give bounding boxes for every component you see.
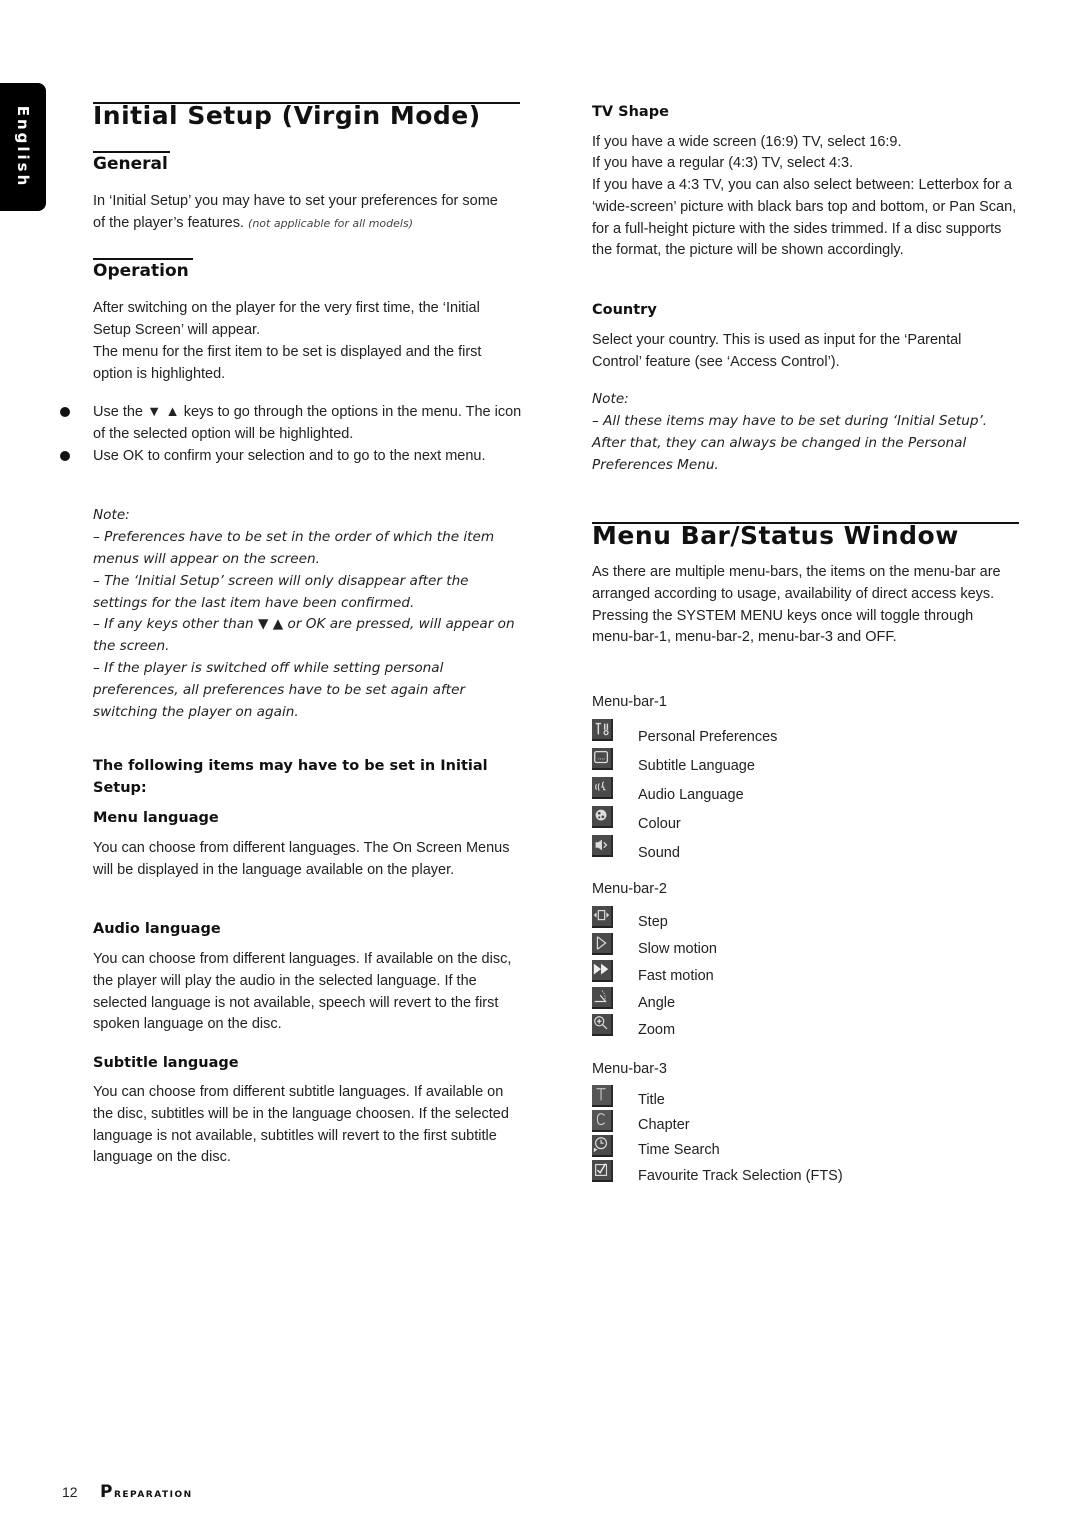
note-item: – The ‘Initial Setup’ screen will only d… bbox=[93, 573, 469, 611]
tv-shape-heading: TV Shape bbox=[592, 104, 669, 120]
operation-para-2: The menu for the first item to be set is… bbox=[93, 344, 482, 382]
audio-language-text: You can choose from different languages.… bbox=[93, 951, 512, 1033]
section-name: Preparation bbox=[100, 1482, 193, 1502]
menubar-item: Slow motion bbox=[592, 933, 992, 957]
right-note-label: Note: bbox=[592, 391, 629, 407]
note-item: – If any keys other than ▼ ▲ or OK are p… bbox=[93, 616, 515, 654]
general-note-small: (not applicable for all models) bbox=[248, 216, 413, 230]
general-text: In ‘Initial Setup’ you may have to set y… bbox=[93, 191, 513, 235]
menubar-1-label: Menu-bar-1 bbox=[592, 694, 667, 710]
colour-icon bbox=[592, 806, 613, 828]
menubar-item: Step bbox=[592, 906, 992, 930]
page-title: Initial Setup (Virgin Mode) bbox=[93, 101, 481, 130]
menubar-item-label: Subtitle Language bbox=[638, 758, 755, 774]
audio-language-heading: Audio language bbox=[93, 921, 221, 937]
fts-icon bbox=[592, 1160, 613, 1182]
fast-motion-icon bbox=[592, 960, 613, 982]
personal-preferences-icon bbox=[592, 719, 613, 741]
menubar-item-label: Chapter bbox=[638, 1117, 690, 1133]
menubar-item-label: Colour bbox=[638, 816, 681, 832]
menu-language-heading: Menu language bbox=[93, 810, 219, 826]
title-icon bbox=[592, 1085, 613, 1107]
time-search-icon bbox=[592, 1135, 613, 1157]
menubar-item-label: Time Search bbox=[638, 1142, 720, 1158]
country-text: Select your country. This is used as inp… bbox=[592, 332, 962, 370]
country-heading: Country bbox=[592, 302, 657, 318]
general-heading: General bbox=[93, 154, 168, 174]
operation-para-1: After switching on the player for the ve… bbox=[93, 300, 480, 338]
language-tab-label: English bbox=[14, 105, 32, 189]
bullet-dot-icon bbox=[60, 451, 70, 461]
note-item: – If the player is switched off while se… bbox=[93, 660, 466, 720]
tv-shape-line: If you have a 4:3 TV, you can also selec… bbox=[592, 177, 1017, 259]
general-rule bbox=[93, 151, 170, 153]
operation-rule bbox=[93, 258, 193, 260]
zoom-icon bbox=[592, 1014, 613, 1036]
menubar-item: Subtitle Language bbox=[592, 748, 992, 774]
menubar-item: Zoom bbox=[592, 1014, 992, 1038]
menubar-item: Time Search bbox=[592, 1135, 992, 1159]
menubar-item: Audio Language bbox=[592, 777, 992, 803]
menubar-3-label: Menu-bar-3 bbox=[592, 1061, 667, 1077]
menubar-2-label: Menu-bar-2 bbox=[592, 881, 667, 897]
menubar-item-label: Slow motion bbox=[638, 941, 717, 957]
chapter-icon bbox=[592, 1110, 613, 1132]
menubar-item: Angle bbox=[592, 987, 992, 1011]
bullet-dot-icon bbox=[60, 407, 70, 417]
sound-icon bbox=[592, 835, 613, 857]
menubar-item-label: Favourite Track Selection (FTS) bbox=[638, 1168, 843, 1184]
menubar-item-label: Sound bbox=[638, 845, 680, 861]
slow-motion-icon bbox=[592, 933, 613, 955]
menubar-item: Favourite Track Selection (FTS) bbox=[592, 1160, 992, 1184]
menubar-item: Title bbox=[592, 1085, 992, 1109]
menubar-intro: As there are multiple menu-bars, the ite… bbox=[592, 564, 1001, 646]
language-tab: English bbox=[0, 83, 46, 211]
bullet-text: Use the ▼ ▲ keys to go through the optio… bbox=[93, 404, 522, 442]
subtitle-language-heading: Subtitle language bbox=[93, 1055, 239, 1071]
menubar-item-label: Zoom bbox=[638, 1022, 676, 1038]
menubar-item-label: Personal Preferences bbox=[638, 729, 778, 745]
page-number: 12 bbox=[62, 1484, 78, 1500]
menu-language-text: You can choose from different languages.… bbox=[93, 840, 510, 878]
menubar-item: Colour bbox=[592, 806, 992, 832]
menubar-title: Menu Bar/Status Window bbox=[592, 521, 959, 550]
subtitle-icon bbox=[592, 748, 613, 770]
subtitle-language-text: You can choose from different subtitle l… bbox=[93, 1084, 509, 1166]
tv-shape-line: If you have a regular (4:3) TV, select 4… bbox=[592, 155, 854, 171]
menubar-item-label: Step bbox=[638, 914, 668, 930]
audio-language-icon bbox=[592, 777, 613, 799]
menubar-item-label: Fast motion bbox=[638, 968, 714, 984]
menubar-item: Chapter bbox=[592, 1110, 992, 1134]
menubar-item-label: Title bbox=[638, 1092, 665, 1108]
menubar-item-label: Angle bbox=[638, 995, 676, 1011]
note-item: – Preferences have to be set in the orde… bbox=[93, 529, 495, 567]
menubar-item: Fast motion bbox=[592, 960, 992, 984]
angle-icon bbox=[592, 987, 613, 1009]
note-label: Note: bbox=[93, 507, 130, 523]
menubar-item: Sound bbox=[592, 835, 992, 861]
step-icon bbox=[592, 906, 613, 928]
bullet-text: Use OK to confirm your selection and to … bbox=[93, 448, 486, 464]
tv-shape-line: If you have a wide screen (16:9) TV, sel… bbox=[592, 134, 902, 150]
menubar-item-label: Audio Language bbox=[638, 787, 744, 803]
menubar-item: Personal Preferences bbox=[592, 719, 992, 745]
items-heading: The following items may have to be set i… bbox=[93, 758, 488, 796]
operation-heading: Operation bbox=[93, 261, 189, 281]
right-note-text: – All these items may have to be set dur… bbox=[592, 413, 988, 473]
